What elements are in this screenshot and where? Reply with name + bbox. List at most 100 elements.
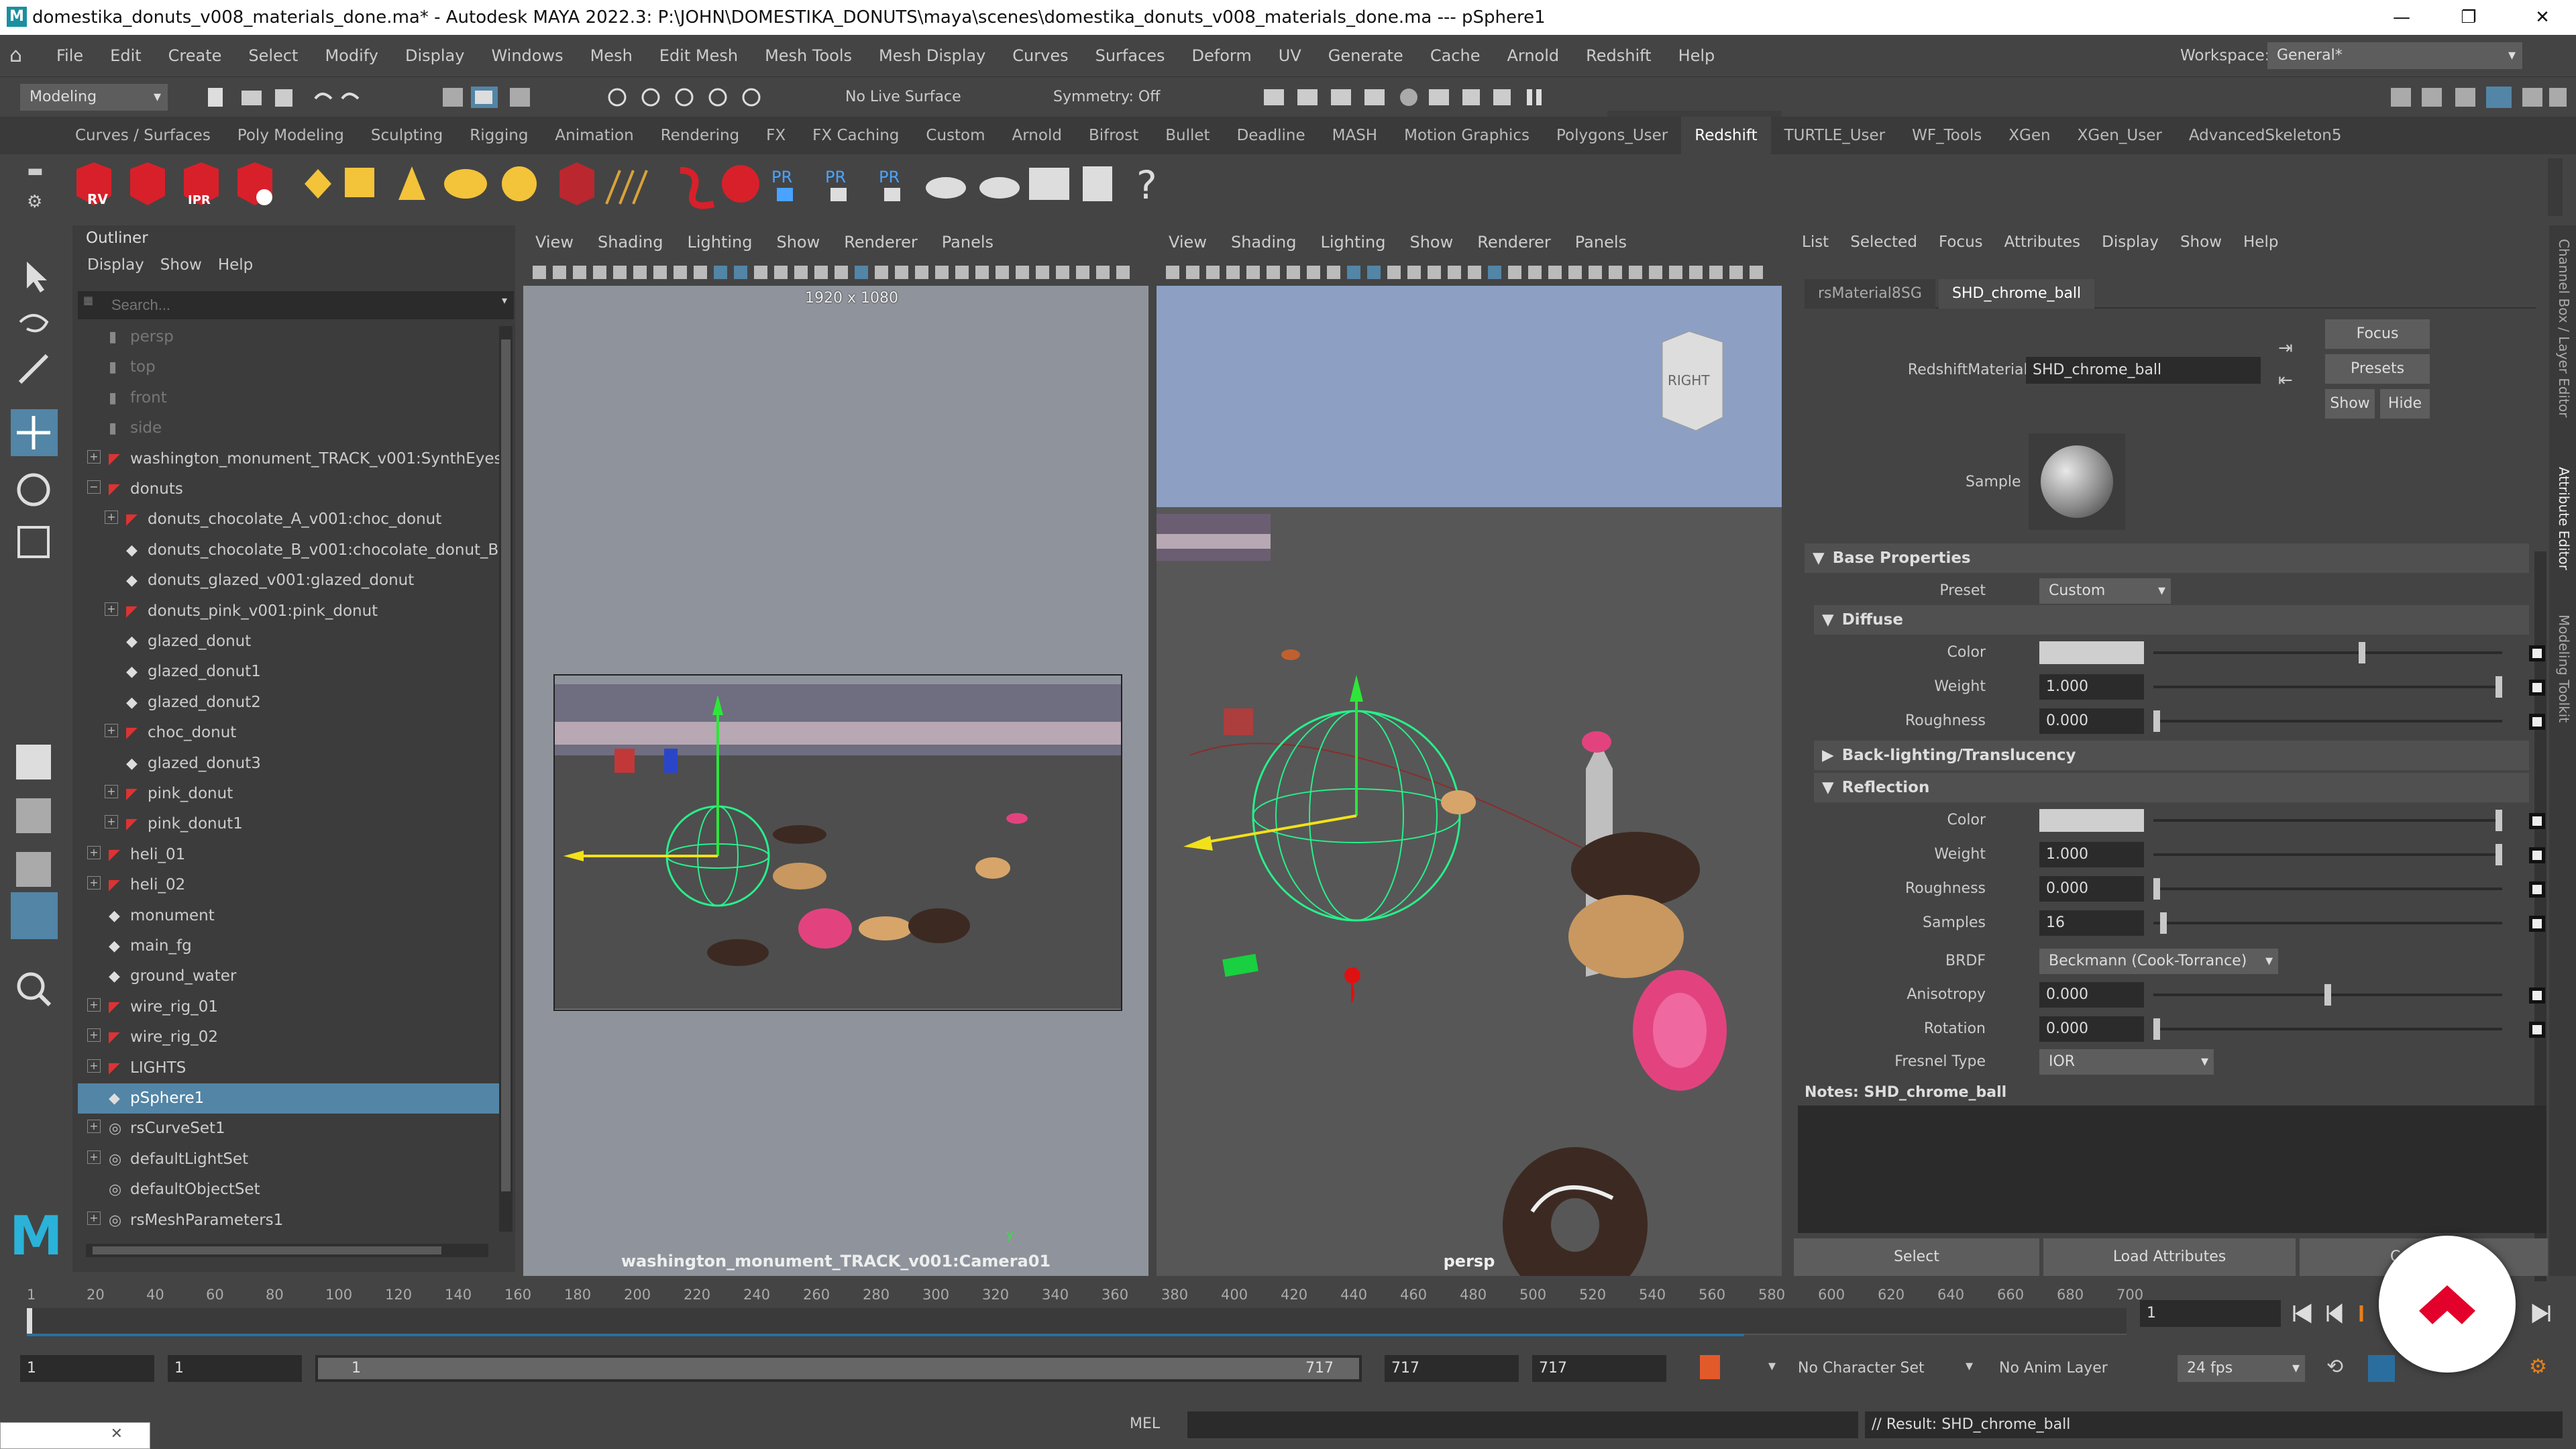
tab-material-sg[interactable]: rsMaterial8SG — [1805, 279, 1935, 309]
menu-mesh[interactable]: Mesh — [577, 35, 646, 76]
slider-knob[interactable] — [2496, 676, 2502, 698]
viewport-tool-icon[interactable] — [835, 266, 848, 279]
menu-curves[interactable]: Curves — [999, 35, 1081, 76]
ae-menu-selected[interactable]: Selected — [1839, 225, 1928, 259]
shelf-tab-custom[interactable]: Custom — [912, 117, 998, 154]
show-button[interactable]: Show — [2325, 389, 2375, 419]
map-button-icon[interactable] — [2529, 714, 2545, 730]
maximize-button[interactable]: ❐ — [2449, 0, 2489, 35]
color-slider[interactable] — [2153, 642, 2502, 663]
shelf-tab-arnold[interactable]: Arnold — [999, 117, 1075, 154]
expand-icon[interactable]: + — [87, 1120, 101, 1134]
viewport-tool-icon[interactable] — [754, 266, 767, 279]
outliner-item[interactable]: ◆ ground_water — [78, 961, 500, 991]
time-slider[interactable]: 1 20 40 60 80 100 120 140 160 180 200 220 240 260 280 3… — [0, 1281, 2576, 1346]
outliner-item[interactable]: ◆ donuts_chocolate_B_v001:chocolate_donut… — [78, 535, 500, 566]
slider-knob[interactable] — [2153, 1018, 2160, 1040]
roughness-slider[interactable] — [2153, 878, 2502, 900]
slider-knob[interactable] — [2324, 984, 2331, 1006]
outliner-item[interactable]: ◆ pSphere1 — [78, 1083, 500, 1114]
viewport-tool-icon[interactable] — [1568, 266, 1582, 279]
viewport-tool-icon[interactable] — [1226, 266, 1240, 279]
viewport-menu-shading[interactable]: Shading — [586, 225, 676, 259]
expand-icon[interactable]: + — [87, 876, 101, 890]
shelf-tab-wf-tools[interactable]: WF_Tools — [1898, 117, 1995, 154]
viewport-tool-icon[interactable] — [975, 266, 989, 279]
shelf-scrollbar[interactable] — [2548, 158, 2563, 216]
menu-deform[interactable]: Deform — [1179, 35, 1265, 76]
outliner-vscroll[interactable] — [499, 326, 513, 1232]
hide-button[interactable]: Hide — [2380, 389, 2430, 419]
render-tools-icons[interactable] — [1261, 84, 1570, 111]
menu-edit-mesh[interactable]: Edit Mesh — [646, 35, 751, 76]
viewport-tool-icon[interactable] — [1448, 266, 1461, 279]
current-time-marker[interactable] — [27, 1308, 32, 1335]
outliner-item[interactable]: + ◤ wire_rig_01 — [78, 992, 500, 1022]
viewport-tool-icon[interactable] — [1649, 266, 1662, 279]
menu-mesh-display[interactable]: Mesh Display — [865, 35, 999, 76]
shelf-menu-icon[interactable]: ▬ — [27, 161, 44, 181]
viewport-tool-icon[interactable] — [1166, 266, 1179, 279]
samples-slider[interactable] — [2153, 912, 2502, 934]
tab-shd-chrome-ball[interactable]: SHD_chrome_ball — [1939, 279, 2095, 309]
slider-knob[interactable] — [2496, 810, 2502, 831]
weight-field[interactable]: 1.000 — [2039, 674, 2144, 700]
material-name-field[interactable]: SHD_chrome_ball — [2026, 357, 2261, 384]
viewport-menu-renderer[interactable]: Renderer — [832, 225, 930, 259]
outliner-item[interactable]: ◆ glazed_donut — [78, 627, 500, 657]
expand-icon[interactable]: + — [87, 1059, 101, 1073]
outliner-item[interactable]: ▮ top — [78, 352, 500, 382]
outliner-item[interactable]: + ◤ pink_donut1 — [78, 809, 500, 839]
viewport-tool-icon[interactable] — [1528, 266, 1542, 279]
shelf-tab-deadline[interactable]: Deadline — [1224, 117, 1319, 154]
outliner-menu-display[interactable]: Display — [79, 256, 152, 274]
viewport-tool-icon[interactable] — [1056, 266, 1069, 279]
menu-generate[interactable]: Generate — [1315, 35, 1417, 76]
viewport-tool-icon[interactable] — [1468, 266, 1481, 279]
outliner-item[interactable]: ◆ monument — [78, 901, 500, 931]
expand-icon[interactable]: + — [105, 785, 118, 798]
minimize-button[interactable]: — — [2381, 0, 2422, 35]
shelf-tab-sculpting[interactable]: Sculpting — [358, 117, 456, 154]
outliner-hscroll[interactable] — [86, 1244, 488, 1257]
viewport-tool-icon[interactable] — [714, 266, 727, 279]
home-icon[interactable]: ⌂ — [9, 44, 32, 67]
outliner-item[interactable]: + ◤ wire_rig_02 — [78, 1022, 500, 1053]
roughness-slider[interactable] — [2153, 710, 2502, 732]
ae-menu-focus[interactable]: Focus — [1928, 225, 1994, 259]
viewport-tool-icon[interactable] — [1629, 266, 1642, 279]
persp-scene[interactable]: RIGHT — [1157, 286, 1782, 1276]
outliner-item[interactable]: + ◤ donuts_chocolate_A_v001:choc_donut — [78, 504, 500, 535]
viewport-tool-icon[interactable] — [1076, 266, 1089, 279]
shelf-tab-motion-graphics[interactable]: Motion Graphics — [1391, 117, 1543, 154]
outliner-item[interactable]: ◎ defaultObjectSet — [78, 1175, 500, 1205]
shelf-tab-rendering[interactable]: Rendering — [647, 117, 753, 154]
outliner-search[interactable]: ▦ ▾ — [78, 291, 514, 319]
input-connection-icon[interactable]: ⇥ — [2278, 338, 2293, 358]
character-set-field[interactable]: No Character Set — [1798, 1355, 1959, 1382]
expand-icon[interactable]: + — [105, 511, 118, 525]
reflection-header[interactable]: ▼ Reflection — [1814, 773, 2529, 802]
roughness-field[interactable]: 0.000 — [2039, 708, 2144, 734]
viewport-tool-icon[interactable] — [895, 266, 908, 279]
viewport-tool-icon[interactable] — [1036, 266, 1049, 279]
chevron-down-icon[interactable]: ▾ — [502, 294, 507, 307]
viewport-tool-icon[interactable] — [996, 266, 1009, 279]
output-connection-icon[interactable]: ⇤ — [2278, 370, 2293, 390]
outliner-item[interactable]: + ◎ rsMeshParameters1 — [78, 1205, 500, 1236]
script-editor-tab[interactable]: ✕ — [0, 1422, 150, 1449]
viewport-tool-icon[interactable] — [1589, 266, 1602, 279]
key-settings-icon[interactable]: ⚙ — [2529, 1355, 2547, 1379]
chevron-down-icon[interactable]: ▾ — [1966, 1358, 1973, 1375]
perspective-viewport[interactable]: View Shading Lighting Show Renderer Panels — [1157, 225, 1782, 1276]
shelf-tab-mash[interactable]: MASH — [1319, 117, 1391, 154]
menu-create[interactable]: Create — [155, 35, 235, 76]
samples-field[interactable]: 16 — [2039, 910, 2144, 936]
viewport-icon-strip[interactable] — [1162, 262, 1779, 283]
shelf-tab-curves-surfaces[interactable]: Curves / Surfaces — [62, 117, 224, 154]
selection-mask-icons[interactable] — [429, 84, 564, 111]
expand-icon[interactable]: + — [105, 815, 118, 829]
viewport-tool-icon[interactable] — [1267, 266, 1280, 279]
collapse-icon[interactable]: − — [87, 480, 101, 494]
menu-edit[interactable]: Edit — [97, 35, 154, 76]
